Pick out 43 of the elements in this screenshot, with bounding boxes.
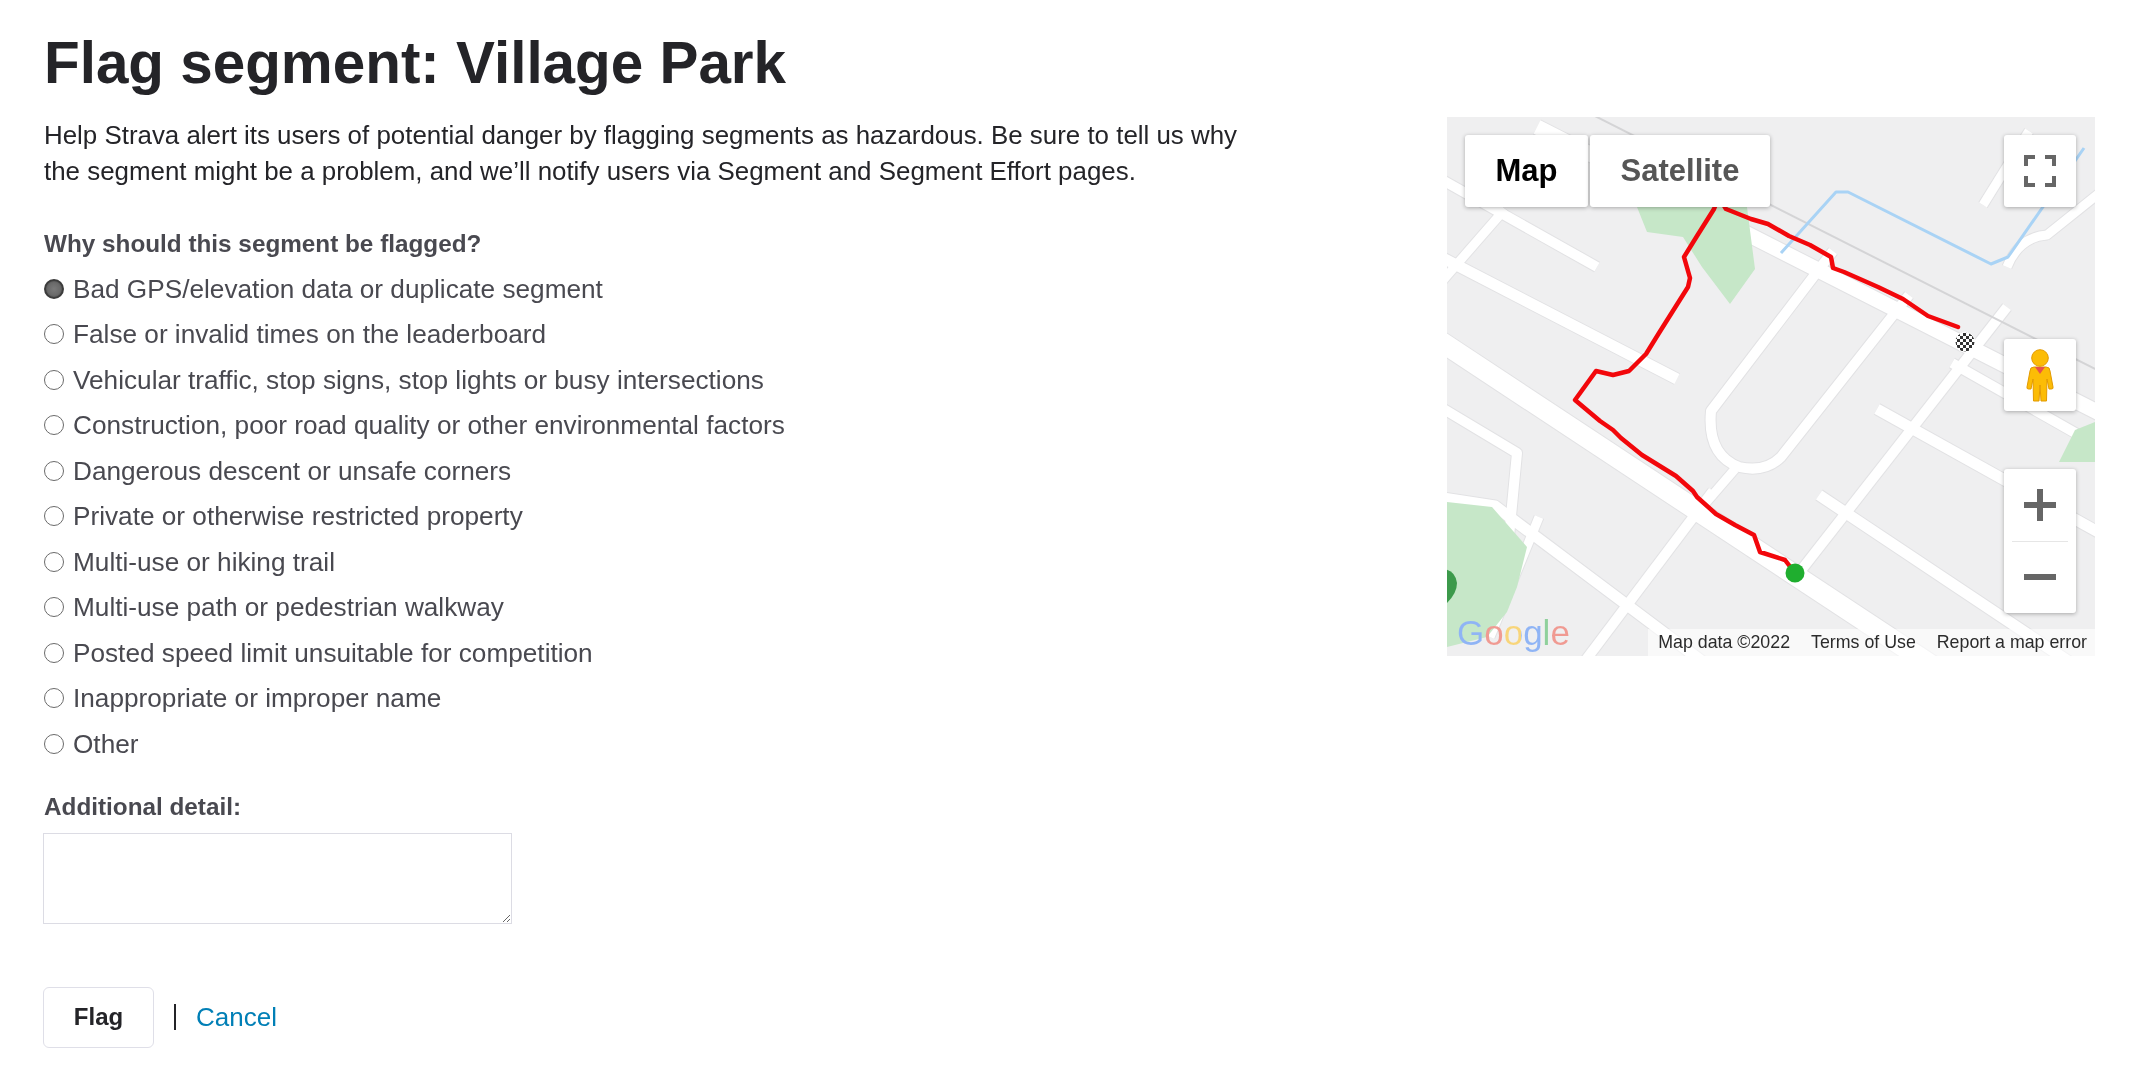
option-label[interactable]: Private or otherwise restricted property [73, 500, 523, 533]
page-title: Flag segment: Village Park [44, 30, 788, 96]
radio-button[interactable] [44, 733, 64, 754]
radio-button[interactable] [44, 597, 64, 618]
radio-button[interactable] [44, 688, 64, 709]
person-icon [2025, 348, 2055, 402]
option-label[interactable]: Inappropriate or improper name [73, 682, 442, 715]
intro-text: Help Strava alert its users of potential danger by flagging segments as hazardous. Be sure to tell us why the segment might be a problem, and we’ll notify users via Segment and Segment Effort pages. [44, 120, 1239, 187]
radio-button[interactable] [44, 460, 64, 481]
option-label[interactable]: Dangerous descent or unsafe corners [73, 454, 512, 487]
fullscreen-button[interactable] [2004, 135, 2076, 207]
radio-button[interactable] [44, 551, 64, 572]
map-pin-icon [1447, 569, 1457, 603]
map-data-text: Map data ©2022 [1658, 632, 1791, 653]
radio-button[interactable] [44, 415, 64, 436]
map-link[interactable]: Report a map error [1936, 632, 2087, 653]
option-label[interactable]: False or invalid times on the leaderboard [73, 318, 547, 351]
fullscreen-icon [2024, 155, 2056, 187]
park-area [2059, 422, 2095, 462]
plus-icon [2024, 488, 2056, 521]
radio-button[interactable] [44, 278, 64, 299]
radio-button[interactable] [44, 506, 64, 527]
map-type-button[interactable]: Map [1465, 135, 1588, 207]
flag-button[interactable]: Flag [43, 986, 154, 1048]
option-label[interactable]: Multi-use path or pedestrian walkway [73, 591, 504, 624]
cancel-link[interactable]: Cancel [196, 1001, 277, 1033]
question-label: Why should this segment be flagged? [44, 229, 482, 259]
map-type-button[interactable]: Satellite [1590, 135, 1770, 207]
map-link[interactable]: Terms of Use [1811, 632, 1916, 653]
detail-label: Additional detail: [44, 791, 242, 822]
radio-button[interactable] [44, 324, 64, 345]
additional-detail-field[interactable] [43, 832, 512, 924]
finish-flag-icon [1954, 331, 1976, 353]
radio-button[interactable] [44, 369, 64, 390]
option-label[interactable]: Vehicular traffic, stop signs, stop lights or busy intersections [73, 363, 764, 396]
radio-button[interactable] [44, 642, 64, 663]
option-label[interactable]: Other [73, 727, 139, 760]
option-label[interactable]: Construction, poor road quality or other environmental factors [73, 409, 785, 442]
minus-icon [2024, 574, 2056, 581]
option-label[interactable]: Multi-use or hiking trail [73, 545, 335, 578]
option-label[interactable]: Posted speed limit unsuitable for competition [73, 636, 593, 669]
start-point-icon [1785, 563, 1805, 583]
option-label[interactable]: Bad GPS/elevation data or duplicate segment [73, 272, 603, 305]
